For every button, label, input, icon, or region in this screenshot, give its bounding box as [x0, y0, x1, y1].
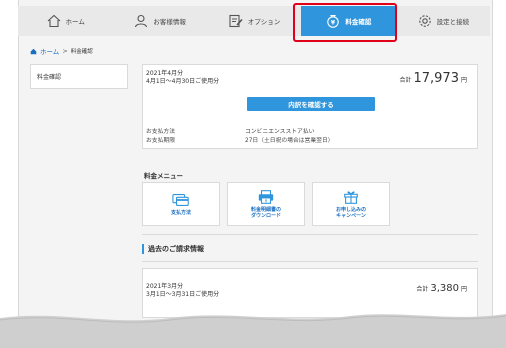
past-billing-title: 過去のご請求情報: [142, 244, 204, 254]
svg-text:¥: ¥: [265, 198, 268, 203]
total-amount: 17,973: [413, 71, 459, 86]
payment-due-label: お支払期限: [146, 138, 175, 144]
nav-item-label: オプション: [247, 18, 281, 26]
bill-month: 2021年4月分: [146, 70, 184, 77]
home-icon: [47, 14, 60, 28]
nav-item-label: お客様情報: [153, 18, 186, 26]
section-divider: [142, 234, 478, 235]
total-label: 合計: [399, 77, 412, 84]
nav-item-label: ホーム: [65, 18, 85, 26]
bill-period: 2021年4月分 4月1日〜4月30日ご使用分: [146, 70, 219, 86]
bill-range: 4月1日〜4月30日ご使用分: [146, 78, 220, 85]
printer-icon: ¥: [258, 189, 274, 204]
past-bill-month: 2021年3月分: [146, 283, 184, 290]
section-divider: [142, 261, 478, 262]
active-tab-highlight: [293, 3, 397, 42]
payment-method-label: お支払方法: [146, 129, 175, 135]
currency-label: 円: [460, 286, 467, 293]
sidebar-item-billing[interactable]: 料金確認: [31, 65, 127, 88]
campaign-tile[interactable]: お申し込みの キャンペーン: [312, 182, 390, 226]
user-icon: [135, 14, 148, 28]
view-breakdown-button[interactable]: 内訳を確認する: [247, 97, 375, 111]
bill-total: 合計 17,973 円: [399, 71, 467, 86]
payment-method-tile[interactable]: 支払方法: [142, 182, 220, 226]
nav-item-home[interactable]: ホーム: [18, 6, 112, 36]
torn-edge-decoration: [0, 314, 506, 348]
nav-item-settings[interactable]: 設定と接続: [396, 6, 490, 36]
breadcrumb: ホーム > 料金確認: [30, 46, 93, 56]
tile-label: 支払方法: [170, 209, 191, 216]
tile-label: 料金明細書の ダウンロード: [250, 206, 281, 220]
breadcrumb-separator: >: [62, 47, 68, 55]
breadcrumb-home-link[interactable]: ホーム: [40, 46, 59, 56]
total-label: 合計: [416, 286, 429, 293]
option-edit-icon: [229, 14, 243, 28]
payment-due-value: 27日（土日祝の場合は営業翌日）: [245, 138, 334, 144]
total-amount: 3,380: [430, 283, 459, 294]
payment-method-value: コンビニエンスストア払い: [245, 129, 315, 135]
nav-item-customer-info[interactable]: お客様情報: [112, 6, 206, 36]
top-navigation: ホーム お客様情報 オプション ¥ 料金確認 設定と接続: [18, 6, 490, 36]
fee-menu-title: 料金メニュー: [144, 172, 183, 180]
home-icon: [30, 48, 37, 54]
gift-icon: [344, 190, 358, 204]
current-bill-card: 2021年4月分 4月1日〜4月30日ご使用分 合計 17,973 円 内訳を確…: [142, 64, 478, 149]
currency-label: 円: [460, 77, 467, 84]
sidebar: 料金確認: [30, 64, 128, 89]
nav-item-options[interactable]: オプション: [207, 6, 301, 36]
breadcrumb-current: 料金確認: [70, 49, 93, 55]
card-icon: [172, 193, 189, 206]
gear-icon: [418, 15, 431, 27]
tile-label: お申し込みの キャンペーン: [335, 206, 366, 220]
nav-item-label: 設定と接続: [436, 18, 470, 26]
past-bill-total: 合計 3,380 円: [416, 283, 467, 294]
statement-download-tile[interactable]: ¥ 料金明細書の ダウンロード: [227, 182, 305, 226]
